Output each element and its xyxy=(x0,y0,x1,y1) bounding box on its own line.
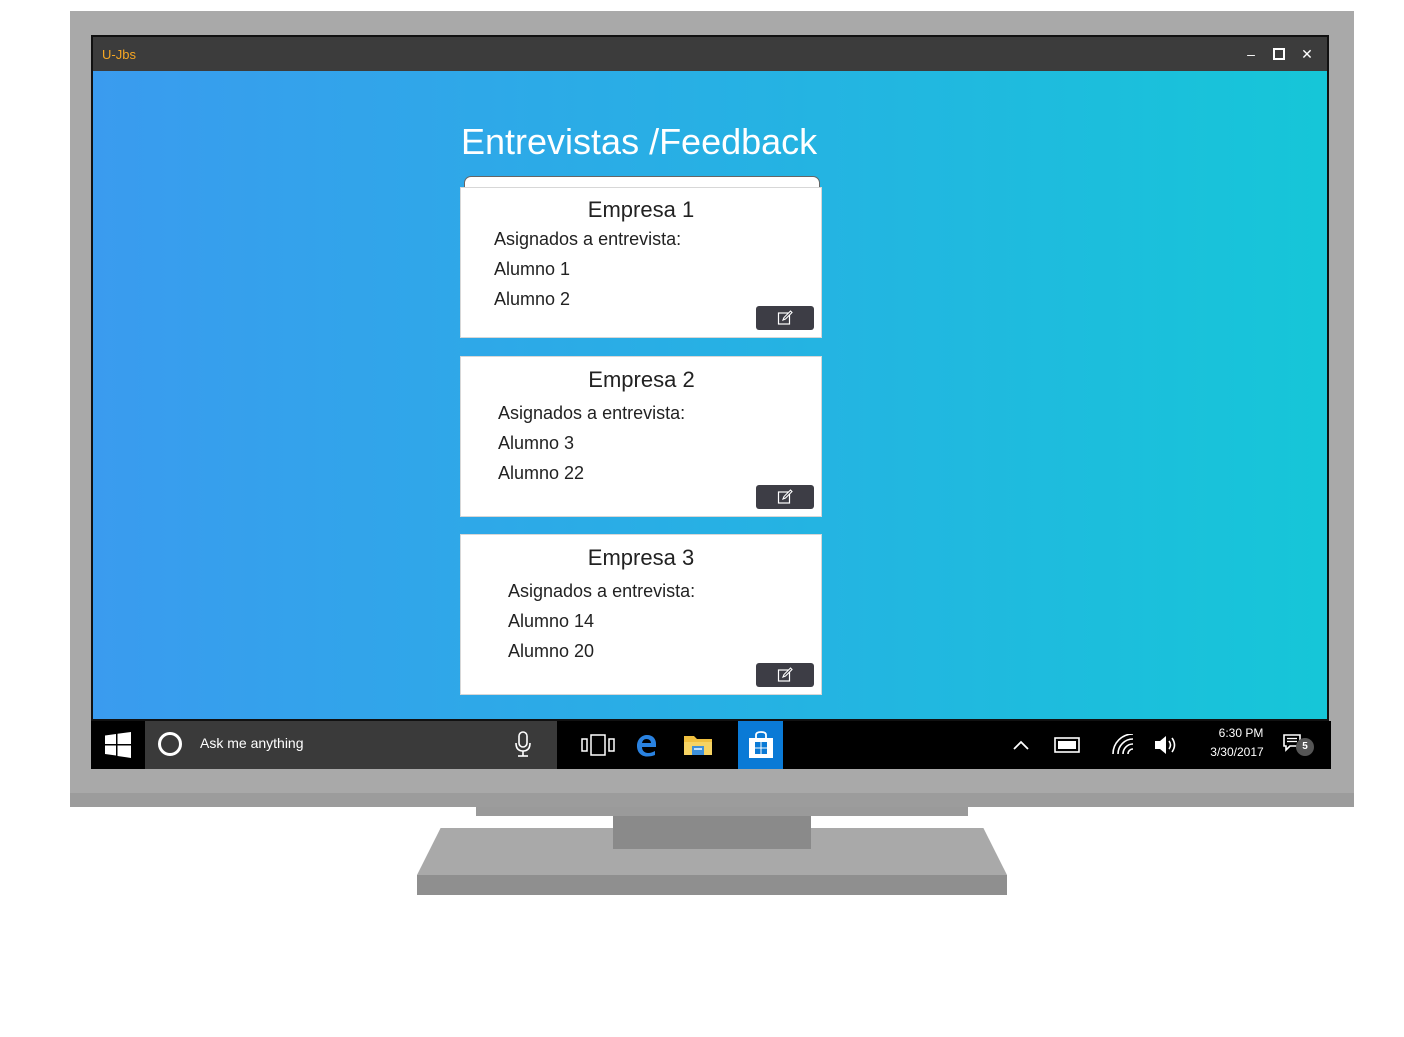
monitor-stand-top xyxy=(476,807,968,816)
file-explorer-button[interactable] xyxy=(675,721,721,769)
student-name: Alumno 14 xyxy=(508,611,595,631)
maximize-button[interactable] xyxy=(1267,43,1291,65)
monitor-base-strip xyxy=(70,793,1354,807)
notification-count-badge: 5 xyxy=(1296,738,1314,756)
edit-button[interactable] xyxy=(756,306,814,330)
store-button[interactable] xyxy=(738,721,783,769)
student-name: Alumno 20 xyxy=(508,641,595,661)
edit-icon xyxy=(777,310,793,325)
assigned-label: Asignados a entrevista: xyxy=(494,229,682,249)
microphone-icon[interactable] xyxy=(513,731,533,759)
minimize-button[interactable]: – xyxy=(1239,43,1263,65)
close-button[interactable]: ✕ xyxy=(1295,43,1319,65)
company-name: Empresa 1 xyxy=(587,197,695,222)
monitor-stand-neck xyxy=(613,816,811,849)
student-name: Alumno 3 xyxy=(498,433,575,453)
main-content: Entrevistas /Feedback Empresa 1 Asignado… xyxy=(93,71,1327,719)
show-hidden-icons-button[interactable] xyxy=(1009,733,1033,757)
edit-icon xyxy=(777,667,793,682)
app-title: U-Jbs xyxy=(102,47,136,62)
company-card: Empresa 3 Asignados a entrevista: Alumno… xyxy=(460,534,822,695)
assigned-label: Asignados a entrevista: xyxy=(508,581,696,601)
company-card: Empresa 2 Asignados a entrevista: Alumno… xyxy=(460,356,822,517)
monitor-stand-foot-base xyxy=(417,875,1007,895)
clock-time[interactable]: 6:30 PM xyxy=(1218,726,1264,740)
windows-logo-icon xyxy=(105,732,131,758)
edge-button[interactable] xyxy=(623,721,669,769)
wifi-icon xyxy=(1112,734,1134,755)
clock-date[interactable]: 3/30/2017 xyxy=(1205,745,1269,759)
edit-button[interactable] xyxy=(756,663,814,687)
chevron-up-icon xyxy=(1013,740,1029,750)
page-title: Entrevistas /Feedback xyxy=(461,121,818,162)
cortana-icon xyxy=(158,732,182,756)
title-bar: U-Jbs – ✕ xyxy=(93,37,1327,71)
edge-icon xyxy=(637,735,656,757)
file-explorer-icon xyxy=(684,736,712,755)
task-view-button[interactable] xyxy=(575,721,621,769)
maximize-icon xyxy=(1273,48,1285,60)
volume-icon xyxy=(1155,736,1176,754)
store-icon xyxy=(748,731,773,758)
wifi-button[interactable] xyxy=(1110,733,1136,757)
battery-icon xyxy=(1054,737,1080,753)
company-card: Empresa 1 Asignados a entrevista: Alumno… xyxy=(460,187,822,338)
edit-button[interactable] xyxy=(756,485,814,509)
company-name: Empresa 2 xyxy=(588,367,695,392)
student-name: Alumno 1 xyxy=(494,259,571,279)
assigned-label: Asignados a entrevista: xyxy=(498,403,686,423)
volume-button[interactable] xyxy=(1153,733,1179,757)
student-name: Alumno 22 xyxy=(498,463,585,483)
cortana-search-box[interactable]: Ask me anything xyxy=(145,721,557,769)
start-button[interactable] xyxy=(91,721,145,769)
edit-icon xyxy=(777,489,793,504)
app-window: U-Jbs – ✕ Entrevistas /Feedback Empresa … xyxy=(91,35,1329,721)
battery-button[interactable] xyxy=(1053,733,1083,757)
taskbar: Ask me anything 6:30 PM 3/30/2017 5 xyxy=(91,721,1331,769)
task-view-icon xyxy=(581,734,615,756)
cortana-search-text: Ask me anything xyxy=(200,735,304,751)
company-name: Empresa 3 xyxy=(587,545,695,570)
student-name: Alumno 2 xyxy=(494,289,571,309)
